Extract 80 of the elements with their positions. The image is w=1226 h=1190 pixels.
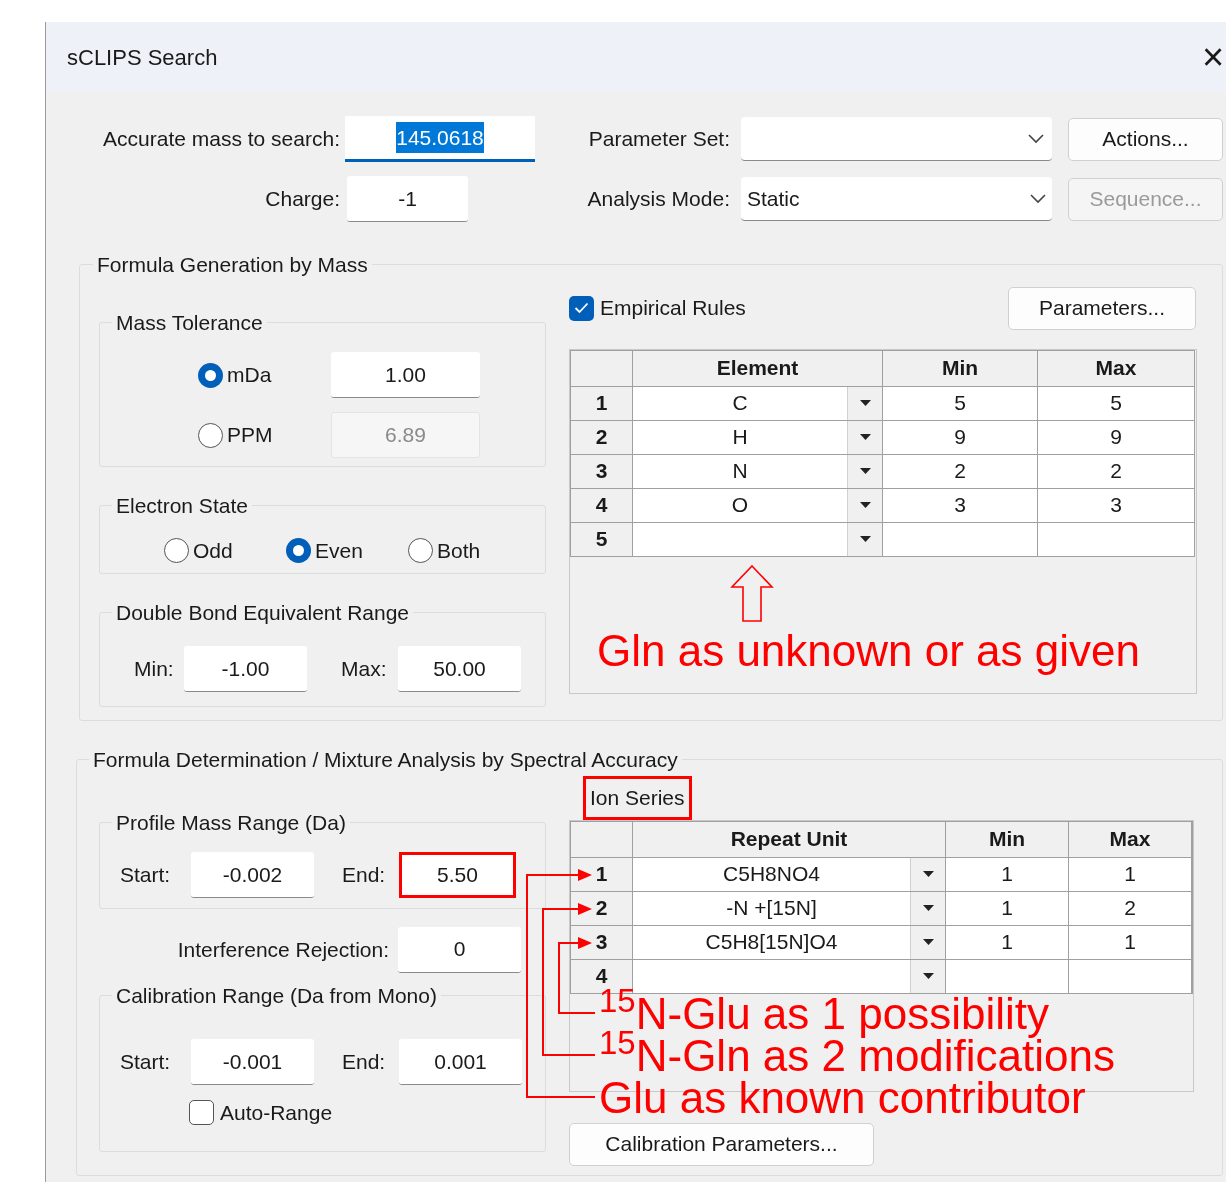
row-header: 1 [571, 386, 632, 420]
row-header: 5 [571, 522, 632, 556]
column-header: Repeat Unit [633, 821, 945, 857]
group-title: Formula Determination / Mixture Analysis by Spectral Accuracy [92, 747, 679, 773]
table-cell: 5 [1038, 386, 1194, 420]
table-cell: 9 [883, 420, 1037, 454]
group-title: Calibration Range (Da from Mono) [115, 982, 438, 1009]
row-header: 4 [571, 488, 632, 522]
radio-label: PPM [227, 422, 273, 449]
table-cell: 1 [946, 891, 1068, 925]
field-label: End: [342, 862, 387, 889]
close-button[interactable]: × [1200, 38, 1226, 76]
window-title: sCLIPS Search [67, 43, 218, 72]
table-cell[interactable]: -N +[15N] [633, 891, 910, 925]
group-title: Double Bond Equivalent Range [115, 599, 411, 626]
input-field[interactable]: 5.50 [399, 852, 516, 898]
field-label: Parameter Set: [587, 126, 730, 153]
input-field[interactable]: 50.00 [398, 646, 521, 692]
table-cell: 1 [1069, 857, 1191, 891]
annotation-text: Gln as unknown or as given [597, 626, 1141, 675]
field-label: Max: [341, 656, 388, 683]
input-field[interactable]: 1.00 [331, 352, 480, 398]
group-title: Electron State [115, 492, 249, 519]
row-header: 1 [571, 857, 632, 891]
field-label: Charge: [264, 186, 340, 213]
table-cell: 1 [946, 925, 1068, 959]
button[interactable]: Actions... [1068, 117, 1223, 161]
section-label: Ion Series [583, 775, 692, 820]
column-header: Min [883, 350, 1037, 386]
input-field[interactable]: -0.001 [191, 1039, 314, 1085]
field-label: End: [342, 1049, 387, 1076]
dropdown[interactable]: Static [741, 177, 1052, 221]
radio-label: Both [437, 538, 481, 564]
button[interactable]: Parameters... [1008, 286, 1196, 330]
input-field[interactable]: 0.001 [399, 1039, 522, 1085]
table-cell: 2 [1069, 891, 1191, 925]
radio-label: Odd [193, 538, 233, 564]
radio-label: Even [315, 538, 363, 564]
input-field[interactable]: -0.002 [191, 852, 314, 898]
column-header: Element [633, 350, 882, 386]
group-title: Profile Mass Range (Da) [115, 809, 347, 836]
dropdown-value: Static [747, 185, 800, 212]
table-cell: 3 [883, 488, 1037, 522]
input-field[interactable]: 0 [398, 926, 521, 973]
table-cell[interactable]: H [633, 420, 847, 454]
field-label: Start: [120, 862, 172, 889]
table-cell[interactable]: C5H8NO4 [633, 857, 910, 891]
annotation-text: Glu as known contributor [599, 1076, 1087, 1119]
checkbox-label: Empirical Rules [600, 295, 746, 322]
row-header: 3 [571, 454, 632, 488]
group-title: Formula Generation by Mass [96, 252, 369, 278]
group-title: Mass Tolerance [115, 309, 264, 336]
table-cell[interactable]: C5H8[15N]O4 [633, 925, 910, 959]
row-header: 2 [571, 891, 632, 925]
row-header: 2 [571, 420, 632, 454]
field-label: Min: [134, 656, 175, 683]
input-field[interactable]: -1 [347, 176, 468, 222]
field-label: Interference Rejection: [176, 936, 389, 963]
table-cell[interactable]: O [633, 488, 847, 522]
table-cell: 3 [1038, 488, 1194, 522]
radio-label: mDa [227, 362, 272, 389]
table-cell: 9 [1038, 420, 1194, 454]
column-header: Min [946, 821, 1068, 857]
field-label: Accurate mass to search: [102, 126, 340, 153]
field-label: Start: [120, 1049, 172, 1076]
table-cell: 1 [1069, 925, 1191, 959]
table-cell: 2 [883, 454, 1037, 488]
table-cell: 1 [946, 857, 1068, 891]
table-cell: 2 [1038, 454, 1194, 488]
input-field[interactable]: -1.00 [184, 646, 307, 692]
checkbox-label: Auto-Range [220, 1100, 333, 1126]
column-header: Max [1038, 350, 1194, 386]
column-header: Max [1069, 821, 1191, 857]
table-cell: 5 [883, 386, 1037, 420]
button[interactable]: Calibration Parameters... [569, 1122, 874, 1166]
field-label: Analysis Mode: [586, 186, 730, 213]
table-cell[interactable]: C [633, 386, 847, 420]
row-header: 3 [571, 925, 632, 959]
input-field[interactable]: 145.0618 [345, 116, 535, 162]
table-cell[interactable]: N [633, 454, 847, 488]
